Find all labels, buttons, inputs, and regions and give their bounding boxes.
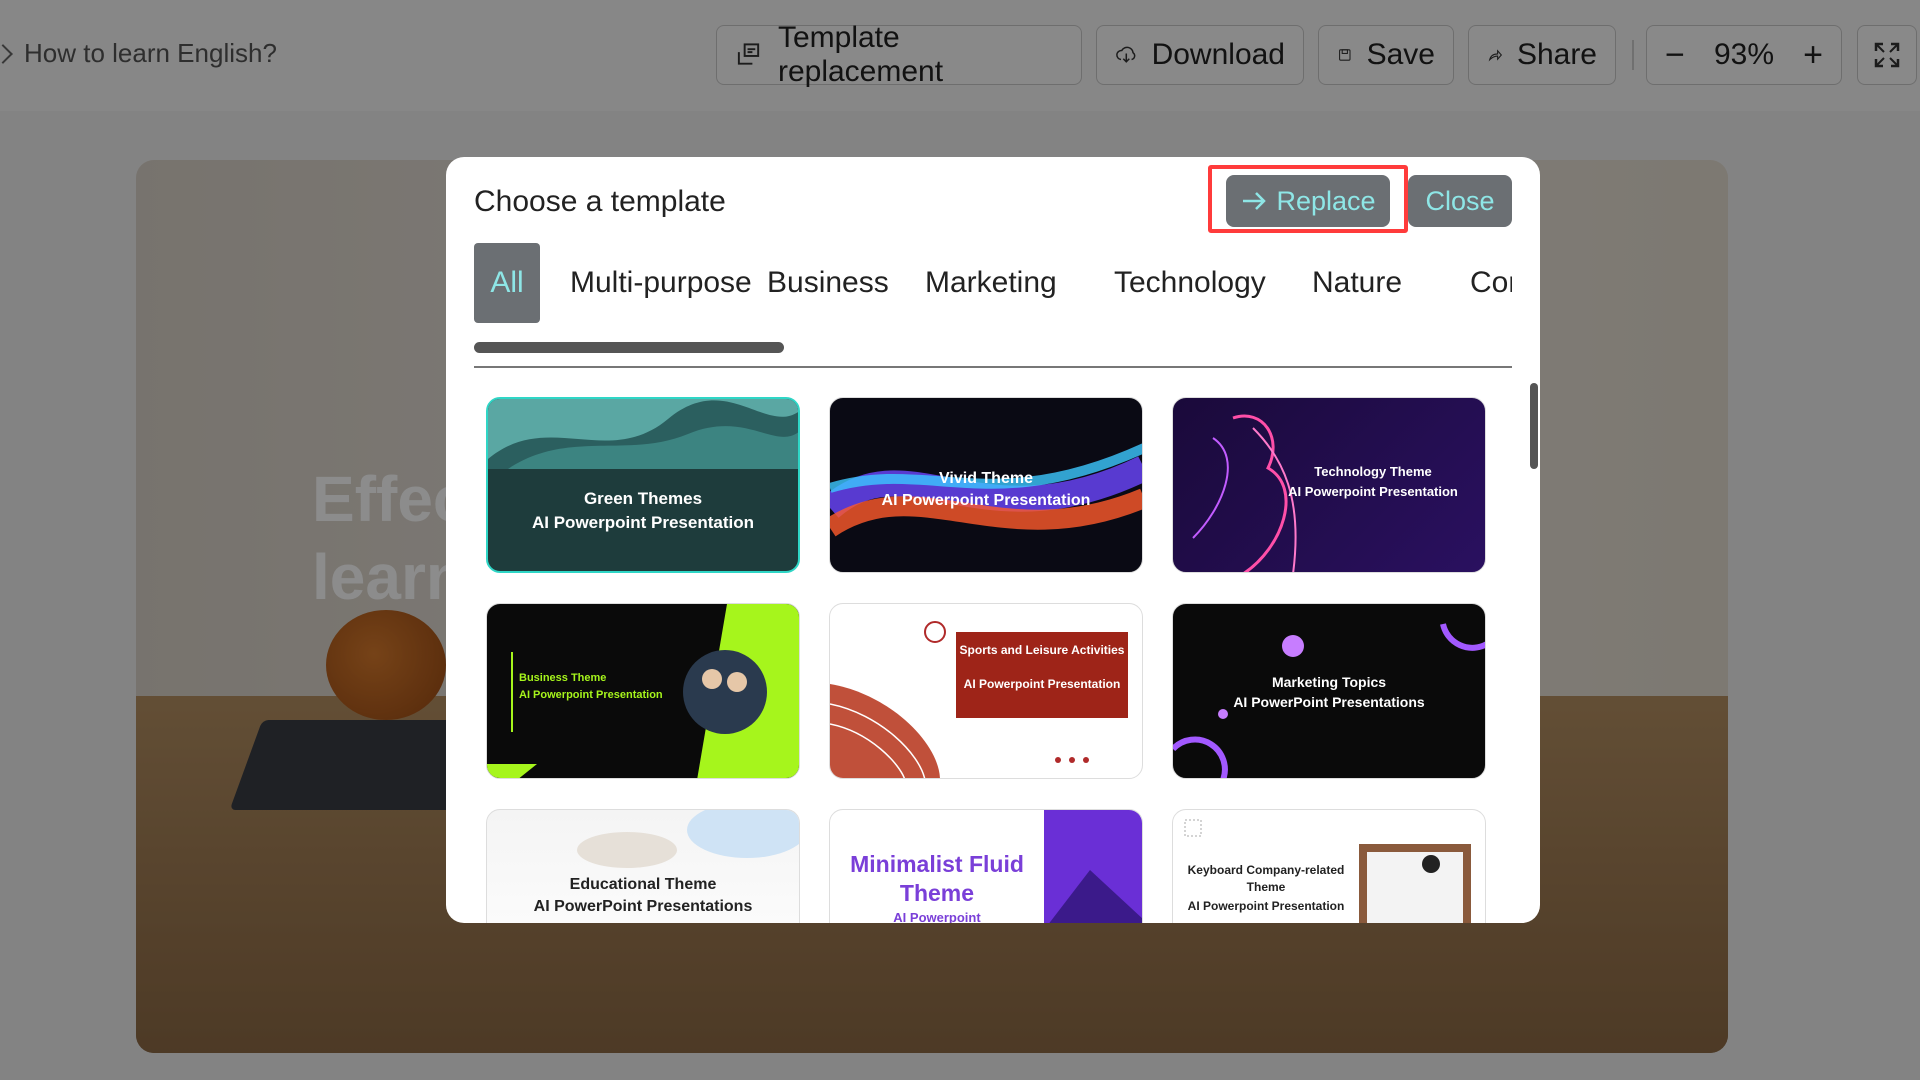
choose-template-dialog: Choose a template Replace Close All Mult… bbox=[446, 157, 1540, 923]
template-card-keyboard-company[interactable]: Keyboard Company-related Theme AI Powerp… bbox=[1172, 809, 1486, 923]
dialog-title: Choose a template bbox=[474, 185, 726, 218]
tab-all[interactable]: All bbox=[474, 243, 540, 323]
tabs-divider bbox=[474, 366, 1512, 368]
tab-cor[interactable]: Cor bbox=[1470, 243, 1512, 323]
template-card-business-theme[interactable]: Business Theme AI Powerpoint Presentatio… bbox=[486, 603, 800, 779]
tab-business[interactable]: Business bbox=[767, 243, 889, 323]
template-card-green-themes[interactable]: Green Themes AI Powerpoint Presentation bbox=[486, 397, 800, 573]
template-card-minimalist-fluid[interactable]: Minimalist Fluid Theme AI Powerpoint bbox=[829, 809, 1143, 923]
template-grid-scrollbar[interactable] bbox=[1530, 383, 1538, 469]
template-grid: Green Themes AI Powerpoint Presentation … bbox=[486, 397, 1496, 923]
tab-technology[interactable]: Technology bbox=[1114, 243, 1266, 323]
tabs-scroll-indicator[interactable] bbox=[474, 342, 784, 353]
tab-multi-purpose[interactable]: Multi-purpose bbox=[570, 243, 752, 323]
template-card-vivid-theme[interactable]: Vivid Theme AI Powerpoint Presentation bbox=[829, 397, 1143, 573]
category-tabs: All Multi-purpose Business Marketing Tec… bbox=[474, 243, 1512, 323]
template-thumbnail-waves bbox=[488, 399, 798, 469]
template-card-technology-theme[interactable]: Technology Theme AI Powerpoint Presentat… bbox=[1172, 397, 1486, 573]
template-card-sports-leisure[interactable]: Sports and Leisure Activities AI Powerpo… bbox=[829, 603, 1143, 779]
template-thumbnail-marketing bbox=[1173, 623, 1485, 778]
replace-button[interactable]: Replace bbox=[1226, 175, 1390, 227]
close-button[interactable]: Close bbox=[1408, 175, 1512, 227]
arrow-right-icon bbox=[1243, 192, 1267, 210]
tab-nature[interactable]: Nature bbox=[1312, 243, 1402, 323]
template-card-educational-theme[interactable]: Educational Theme AI PowerPoint Presenta… bbox=[486, 809, 800, 923]
tab-marketing[interactable]: Marketing bbox=[925, 243, 1057, 323]
template-card-marketing-topics[interactable]: Marketing Topics AI PowerPoint Presentat… bbox=[1172, 603, 1486, 779]
